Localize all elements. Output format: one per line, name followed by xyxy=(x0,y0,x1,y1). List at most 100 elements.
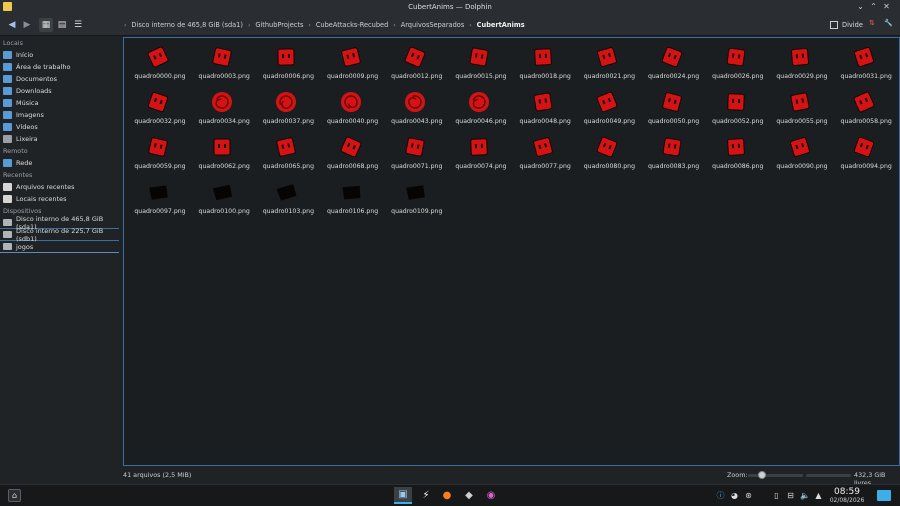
sidebar-item[interactable]: jogos xyxy=(0,241,119,253)
file-item[interactable]: quadro0094.png xyxy=(834,132,894,174)
settings-wrench-icon[interactable]: 🔧 xyxy=(884,19,893,27)
compact-view-icon[interactable]: ▤ xyxy=(55,18,69,32)
file-item[interactable]: quadro0018.png xyxy=(513,42,573,84)
file-item[interactable]: quadro0052.png xyxy=(706,87,766,129)
title-bar: CubertAnims — Dolphin ⌄ ⌃ ✕ xyxy=(0,0,900,14)
sidebar-item[interactable]: Início xyxy=(0,49,121,61)
file-item[interactable]: quadro0031.png xyxy=(834,42,894,84)
file-item[interactable]: quadro0071.png xyxy=(385,132,445,174)
file-item[interactable]: quadro0040.png xyxy=(321,87,381,129)
file-item[interactable]: quadro0049.png xyxy=(577,87,637,129)
file-item[interactable]: quadro0037.png xyxy=(256,87,316,129)
recent-files-icon xyxy=(3,183,12,191)
image-thumbnail xyxy=(277,184,297,201)
app-launcher-icon[interactable]: ⌂ xyxy=(8,489,21,502)
file-item[interactable]: quadro0046.png xyxy=(449,87,509,129)
image-thumbnail xyxy=(404,92,425,112)
maximize-icon[interactable]: ⌃ xyxy=(869,2,878,11)
file-item[interactable]: quadro0080.png xyxy=(577,132,637,174)
sidebar-item[interactable]: Rede xyxy=(0,157,121,169)
sidebar-item-label: Vídeos xyxy=(16,123,38,131)
file-item[interactable]: quadro0050.png xyxy=(642,87,702,129)
file-name: quadro0024.png xyxy=(647,73,700,80)
file-item[interactable]: quadro0074.png xyxy=(449,132,509,174)
file-item[interactable]: quadro0026.png xyxy=(706,42,766,84)
dolphin-task-icon[interactable]: ▣ xyxy=(394,487,412,504)
file-item[interactable]: quadro0009.png xyxy=(321,42,381,84)
breadcrumb-item[interactable]: CubeAttacks-Recubed xyxy=(313,21,391,29)
details-view-icon[interactable]: ☰ xyxy=(71,18,85,32)
sidebar-item[interactable]: Arquivos recentes xyxy=(0,181,121,193)
clock[interactable]: 08:59 02/08/2026 xyxy=(822,487,872,505)
discord-icon[interactable]: ◕ xyxy=(730,491,739,500)
file-view[interactable]: quadro0000.png quadro0003.png quadro0006.p… xyxy=(123,37,900,466)
file-item[interactable]: quadro0062.png xyxy=(192,132,252,174)
file-item[interactable]: quadro0000.png xyxy=(128,42,188,84)
file-item[interactable]: quadro0058.png xyxy=(834,87,894,129)
file-item[interactable]: quadro0068.png xyxy=(321,132,381,174)
image-thumbnail xyxy=(469,47,489,67)
image-thumbnail xyxy=(853,136,875,158)
split-button[interactable]: Divide xyxy=(830,19,863,31)
file-item[interactable]: quadro0109.png xyxy=(385,177,445,219)
close-icon[interactable]: ✕ xyxy=(882,2,891,11)
file-item[interactable]: quadro0106.png xyxy=(321,177,381,219)
sidebar-item[interactable]: Locais recentes xyxy=(0,193,121,205)
file-item[interactable]: quadro0012.png xyxy=(385,42,445,84)
breadcrumb-item[interactable]: CubertAnims xyxy=(474,21,528,29)
file-item[interactable]: quadro0097.png xyxy=(128,177,188,219)
steam-icon[interactable]: ⊛ xyxy=(744,491,753,500)
file-item[interactable]: quadro0065.png xyxy=(256,132,316,174)
breadcrumb-item[interactable]: GithubProjects xyxy=(252,21,306,29)
file-item[interactable]: quadro0100.png xyxy=(192,177,252,219)
breadcrumb-item[interactable]: ArquivosSeparados xyxy=(398,21,468,29)
sidebar-item[interactable]: Imagens xyxy=(0,109,121,121)
info-icon[interactable]: ⓘ xyxy=(716,491,725,500)
forward-icon[interactable]: ▶ xyxy=(20,18,34,32)
file-item[interactable]: quadro0048.png xyxy=(513,87,573,129)
file-item[interactable]: quadro0055.png xyxy=(770,87,830,129)
cube-app-task-icon[interactable]: ◆ xyxy=(460,487,478,504)
file-item[interactable]: quadro0086.png xyxy=(706,132,766,174)
file-name: quadro0068.png xyxy=(326,163,379,170)
file-item[interactable]: quadro0024.png xyxy=(642,42,702,84)
sort-icon[interactable]: ⇅ xyxy=(869,19,875,27)
firefox-task-icon[interactable]: ● xyxy=(438,487,456,504)
file-item[interactable]: quadro0003.png xyxy=(192,42,252,84)
file-name: quadro0000.png xyxy=(134,73,186,80)
file-item[interactable]: quadro0029.png xyxy=(770,42,830,84)
file-item[interactable]: quadro0083.png xyxy=(642,132,702,174)
zoom-slider[interactable] xyxy=(748,474,803,477)
image-thumbnail xyxy=(597,47,618,67)
kate-task-icon[interactable]: ⚡ xyxy=(417,487,435,504)
sidebar-item[interactable]: Downloads xyxy=(0,85,121,97)
file-item[interactable]: quadro0006.png xyxy=(256,42,316,84)
file-item[interactable]: quadro0059.png xyxy=(128,132,188,174)
sidebar-item[interactable]: Área de trabalho xyxy=(0,61,121,73)
sidebar-item[interactable]: Lixeira xyxy=(0,133,121,145)
back-icon[interactable]: ◀ xyxy=(5,18,19,32)
network-tray-icon[interactable]: ⊟ xyxy=(786,491,795,500)
sidebar-item[interactable]: Música xyxy=(0,97,121,109)
minimize-icon[interactable]: ⌄ xyxy=(856,2,865,11)
icons-view-icon[interactable]: ▦ xyxy=(39,18,53,32)
file-item[interactable]: quadro0077.png xyxy=(513,132,573,174)
volume-icon[interactable]: 🔈 xyxy=(800,491,810,500)
sidebar-item[interactable]: Disco interno de 225,7 GiB (sdb1) xyxy=(0,227,119,243)
file-item[interactable]: quadro0032.png xyxy=(128,87,188,129)
image-thumbnail xyxy=(533,92,553,112)
color-app-task-icon[interactable]: ◉ xyxy=(482,487,500,504)
file-item[interactable]: quadro0021.png xyxy=(577,42,637,84)
sidebar-item[interactable]: Vídeos xyxy=(0,121,121,133)
file-item[interactable]: quadro0103.png xyxy=(256,177,316,219)
clipboard-icon[interactable]: ▯ xyxy=(772,491,781,500)
file-item[interactable]: quadro0034.png xyxy=(192,87,252,129)
image-thumbnail xyxy=(276,92,297,112)
breadcrumb-item[interactable]: Disco interno de 465,8 GiB (sda1) xyxy=(128,21,246,29)
show-desktop-button[interactable] xyxy=(877,490,891,501)
zoom-slider-handle[interactable] xyxy=(758,471,766,479)
file-item[interactable]: quadro0090.png xyxy=(770,132,830,174)
file-item[interactable]: quadro0043.png xyxy=(385,87,445,129)
sidebar-item[interactable]: Documentos xyxy=(0,73,121,85)
file-item[interactable]: quadro0015.png xyxy=(449,42,509,84)
